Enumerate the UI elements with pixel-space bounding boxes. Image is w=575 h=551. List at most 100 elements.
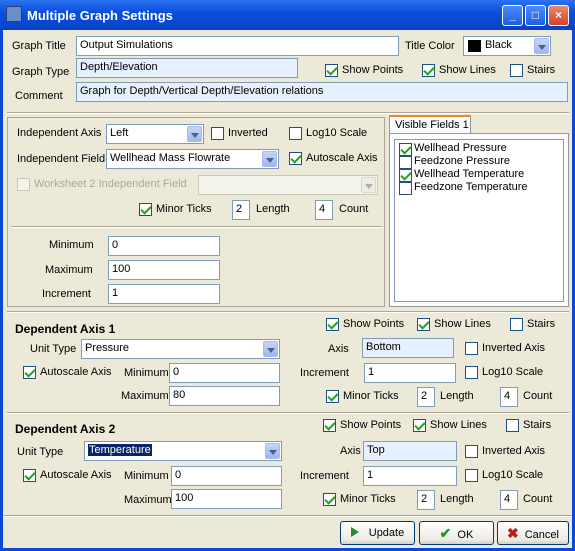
field-label: Wellhead Temperature <box>414 168 525 180</box>
update-button[interactable]: Update <box>340 521 415 545</box>
dep2-log10-checkbox[interactable] <box>465 469 478 482</box>
field-checkbox-feedzone-temperature[interactable] <box>399 182 412 195</box>
dep1-show-points-label: Show Points <box>343 318 405 330</box>
close-button[interactable]: × <box>548 5 569 26</box>
dep2-stairs-label: Stairs <box>523 419 552 431</box>
stairs-checkbox[interactable] <box>510 64 523 77</box>
dep2-unit-type-select[interactable]: Temperature <box>84 441 282 461</box>
worksheet2-checkbox[interactable] <box>17 178 30 191</box>
field-checkbox-wellhead-pressure[interactable] <box>399 143 412 156</box>
comment-input[interactable]: Graph for Depth/Vertical Depth/Elevation… <box>76 82 568 102</box>
dep1-log10-checkbox[interactable] <box>465 366 478 379</box>
chevron-down-icon[interactable] <box>265 443 280 459</box>
maximize-button[interactable]: □ <box>525 5 546 26</box>
dep2-show-points-label: Show Points <box>340 419 402 431</box>
ok-label: OK <box>457 529 474 541</box>
dep1-minor-ticks-checkbox[interactable] <box>326 390 339 403</box>
dep1-minimum-label: Minimum <box>124 367 169 379</box>
dep1-unit-type-value: Pressure <box>85 342 130 354</box>
dep1-show-points-checkbox[interactable] <box>326 318 339 331</box>
length-input[interactable]: 2 <box>232 200 250 220</box>
dep1-length-input[interactable]: 2 <box>417 387 435 407</box>
length-label: Length <box>256 203 290 215</box>
autoscale-checkbox[interactable] <box>289 152 302 165</box>
minimum-input[interactable]: 0 <box>108 236 220 256</box>
dep1-log10-label: Log10 Scale <box>482 366 544 378</box>
inverted-checkbox[interactable] <box>211 127 224 140</box>
dep1-axis-label: Axis <box>328 343 349 355</box>
checkmark-icon: ✔ <box>439 525 452 541</box>
dep1-increment-input[interactable]: 1 <box>364 363 456 383</box>
independent-axis-select[interactable]: Left <box>106 124 204 144</box>
dep1-length-label: Length <box>440 390 474 402</box>
show-points-label: Show Points <box>342 64 404 76</box>
divider <box>3 515 572 517</box>
dep2-increment-input[interactable]: 1 <box>363 466 457 486</box>
title-color-value: Black <box>485 39 512 51</box>
dep2-minor-ticks-checkbox[interactable] <box>323 493 336 506</box>
dep1-inverted-checkbox[interactable] <box>465 342 478 355</box>
chevron-down-icon[interactable] <box>262 151 277 167</box>
dep2-maximum-input[interactable]: 100 <box>171 489 282 509</box>
chevron-down-icon[interactable] <box>361 177 376 193</box>
dep1-minimum-input[interactable]: 0 <box>169 363 280 383</box>
dep2-show-lines-checkbox[interactable] <box>413 419 426 432</box>
tab-visible-fields-1[interactable]: Visible Fields 1 <box>389 115 471 134</box>
ok-button[interactable]: ✔ OK <box>419 521 494 545</box>
divider <box>7 311 569 313</box>
dep2-minimum-label: Minimum <box>124 470 169 482</box>
field-checkbox-wellhead-temperature[interactable] <box>399 169 412 182</box>
dep2-length-input[interactable]: 2 <box>417 490 435 510</box>
show-lines-checkbox[interactable] <box>422 64 435 77</box>
dep1-autoscale-checkbox[interactable] <box>23 366 36 379</box>
dep1-maximum-label: Maximum <box>121 390 169 402</box>
maximum-input[interactable]: 100 <box>108 260 220 280</box>
dep1-stairs-checkbox[interactable] <box>510 318 523 331</box>
chevron-down-icon[interactable] <box>187 126 202 142</box>
dep1-unit-type-select[interactable]: Pressure <box>81 339 280 359</box>
field-checkbox-feedzone-pressure[interactable] <box>399 156 412 169</box>
window-title: Multiple Graph Settings <box>27 8 173 23</box>
visible-fields-list[interactable]: Wellhead Pressure Feedzone Pressure Well… <box>394 139 564 302</box>
independent-field-label: Independent Field <box>17 153 106 165</box>
dep2-minimum-input[interactable]: 0 <box>171 466 282 486</box>
dep2-minor-ticks-label: Minor Ticks <box>340 493 396 505</box>
maximum-label: Maximum <box>45 264 93 276</box>
dep2-axis-input[interactable]: Top <box>363 441 457 461</box>
dep1-maximum-input[interactable]: 80 <box>169 386 280 406</box>
worksheet2-field-select[interactable] <box>198 175 378 195</box>
stairs-label: Stairs <box>527 64 556 76</box>
dep2-unit-type-value: Temperature <box>88 444 152 456</box>
show-points-checkbox[interactable] <box>325 64 338 77</box>
dep1-stairs-label: Stairs <box>527 318 556 330</box>
title-bar[interactable]: Multiple Graph Settings _ □ × <box>0 0 575 30</box>
independent-field-select[interactable]: Wellhead Mass Flowrate <box>106 149 279 169</box>
inverted-label: Inverted <box>228 127 268 139</box>
log10-checkbox[interactable] <box>289 127 302 140</box>
dep1-show-lines-checkbox[interactable] <box>417 318 430 331</box>
graph-type-input[interactable]: Depth/Elevation <box>76 58 298 78</box>
dep2-show-points-checkbox[interactable] <box>323 419 336 432</box>
dep1-count-input[interactable]: 4 <box>500 387 518 407</box>
count-input[interactable]: 4 <box>315 200 333 220</box>
dep2-autoscale-checkbox[interactable] <box>23 469 36 482</box>
dep2-log10-label: Log10 Scale <box>482 469 544 481</box>
dep1-autoscale-label: Autoscale Axis <box>40 366 112 378</box>
minimize-button[interactable]: _ <box>502 5 523 26</box>
dep1-axis-input[interactable]: Bottom <box>362 338 454 358</box>
dep2-stairs-checkbox[interactable] <box>506 419 519 432</box>
minor-ticks-checkbox[interactable] <box>139 203 152 216</box>
graph-title-input[interactable]: Output Simulations <box>76 36 399 56</box>
chevron-down-icon[interactable] <box>534 38 549 54</box>
chevron-down-icon[interactable] <box>263 341 278 357</box>
cancel-button[interactable]: ✖ Cancel <box>497 521 569 545</box>
comment-label: Comment <box>15 90 63 102</box>
field-label: Feedzone Temperature <box>414 181 528 193</box>
dep2-count-input[interactable]: 4 <box>500 490 518 510</box>
increment-input[interactable]: 1 <box>108 284 220 304</box>
cancel-label: Cancel <box>524 529 559 541</box>
independent-axis-value: Left <box>110 127 129 139</box>
dep2-inverted-checkbox[interactable] <box>465 445 478 458</box>
title-color-select[interactable]: Black <box>463 36 551 56</box>
dep2-count-label: Count <box>523 493 553 505</box>
